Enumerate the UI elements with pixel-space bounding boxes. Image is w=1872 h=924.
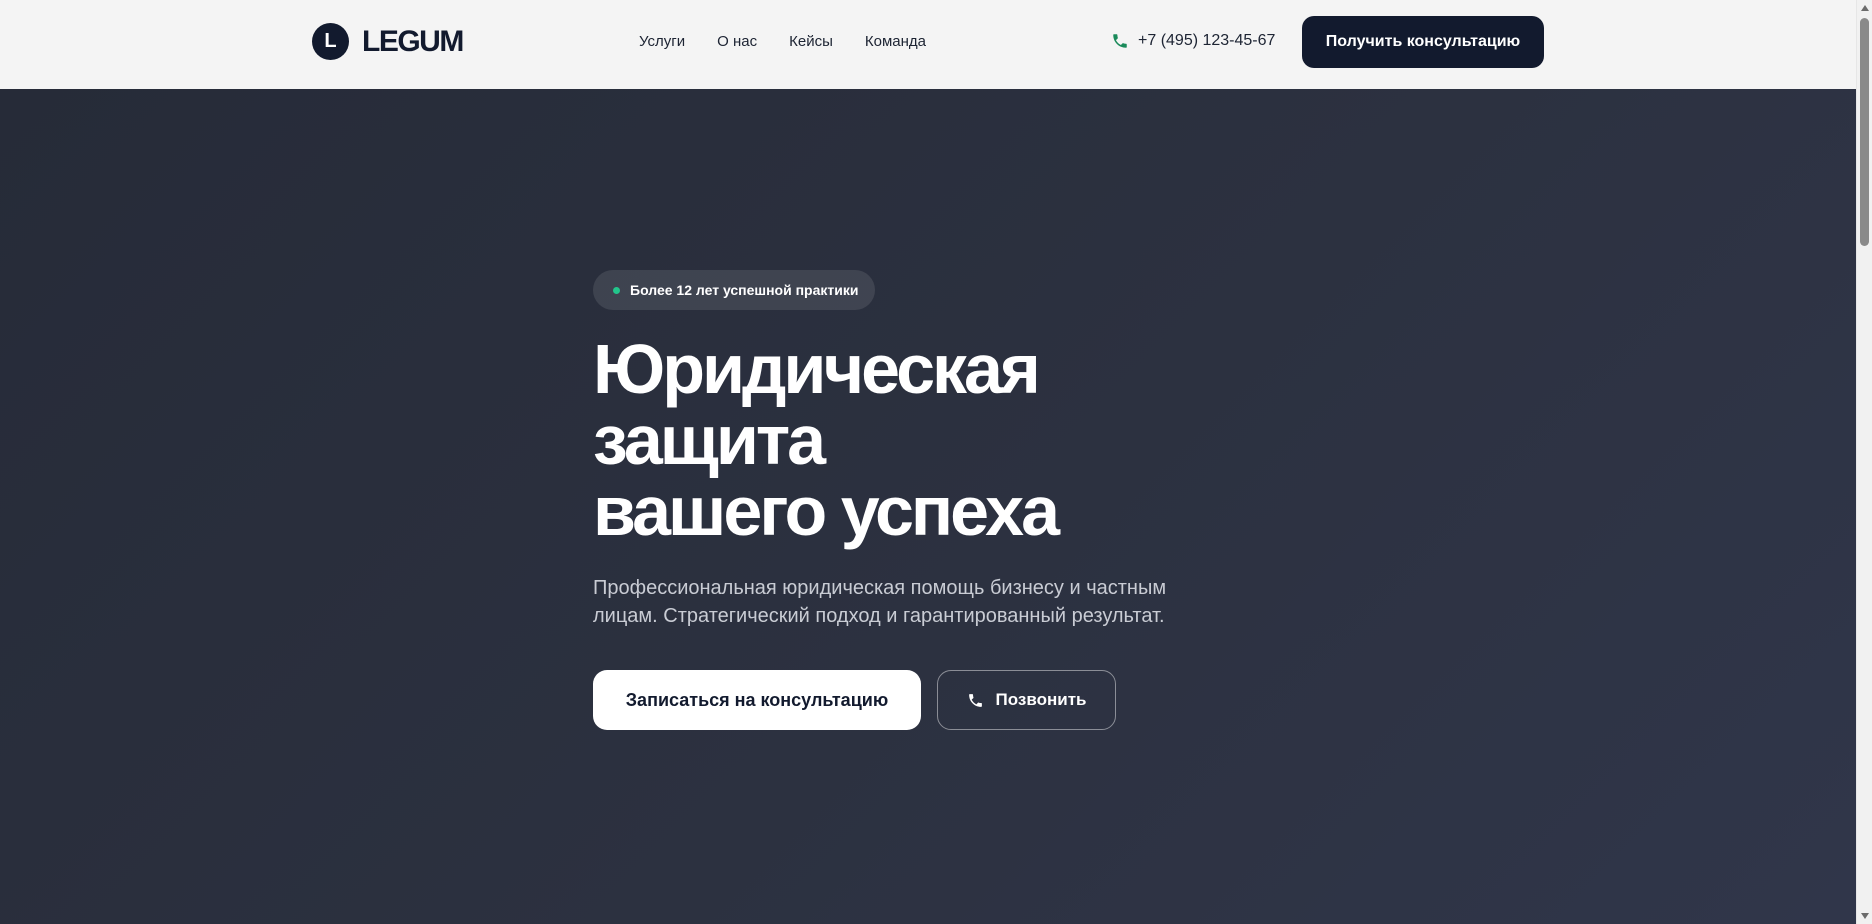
nav-link-cases[interactable]: Кейсы bbox=[789, 31, 833, 53]
scrollbar-thumb[interactable] bbox=[1860, 18, 1869, 246]
hero-title: Юридическая защита вашего успеха bbox=[593, 334, 1293, 547]
hero-subtitle: Профессиональная юридическая помощь бизн… bbox=[593, 574, 1233, 630]
hero-title-line: защита bbox=[593, 401, 826, 479]
nav-link-team[interactable]: Команда bbox=[865, 31, 926, 53]
phone-icon bbox=[967, 692, 984, 709]
logo-text: LEGUM bbox=[362, 25, 464, 58]
badge-text: Более 12 лет успешной практики bbox=[630, 282, 859, 298]
hero-section: Более 12 лет успешной практики Юридическ… bbox=[0, 89, 1856, 924]
phone-number: +7 (495) 123-45-67 bbox=[1138, 32, 1276, 49]
status-dot-icon bbox=[613, 286, 620, 294]
arrow-down-icon[interactable] bbox=[1857, 908, 1872, 924]
experience-badge: Более 12 лет успешной практики bbox=[593, 270, 875, 310]
logo[interactable]: L LEGUM bbox=[312, 23, 464, 60]
arrow-up-icon[interactable] bbox=[1857, 0, 1872, 16]
hero-subtitle-line: лицам. Стратегический подход и гарантиро… bbox=[593, 605, 1165, 627]
call-button[interactable]: Позвонить bbox=[937, 670, 1116, 730]
call-button-label: Позвонить bbox=[995, 690, 1087, 709]
site-header: L LEGUM Услуги О нас Кейсы Команда +7 (4… bbox=[0, 0, 1856, 89]
logo-mark: L bbox=[312, 23, 349, 60]
nav-link-services[interactable]: Услуги bbox=[639, 31, 685, 53]
nav-link-about[interactable]: О нас bbox=[717, 31, 757, 53]
page: L LEGUM Услуги О нас Кейсы Команда +7 (4… bbox=[0, 0, 1856, 924]
hero-title-line: Юридическая bbox=[593, 330, 1041, 408]
main-nav: Услуги О нас Кейсы Команда bbox=[639, 31, 926, 53]
get-consultation-button[interactable]: Получить консультацию bbox=[1302, 16, 1544, 68]
header-phone[interactable]: +7 (495) 123-45-67 bbox=[1111, 30, 1275, 52]
phone-icon bbox=[1111, 32, 1129, 50]
page-scrollbar[interactable] bbox=[1856, 0, 1872, 924]
hero-subtitle-line: Профессиональная юридическая помощь бизн… bbox=[593, 577, 1167, 599]
hero-title-line: вашего успеха bbox=[593, 472, 1060, 550]
book-consultation-button[interactable]: Записаться на консультацию bbox=[593, 670, 921, 730]
